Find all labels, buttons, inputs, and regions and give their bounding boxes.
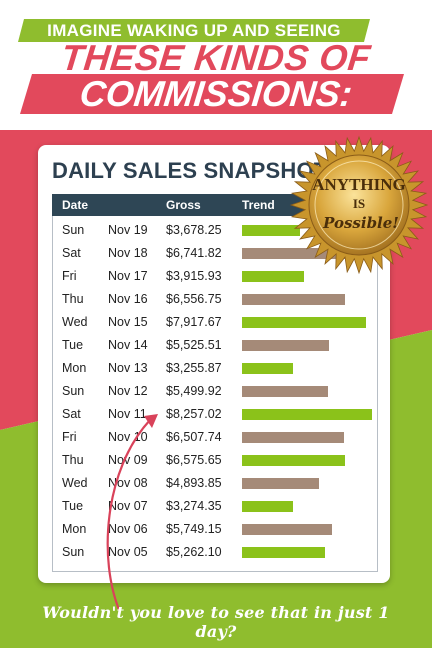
trend-bar — [242, 294, 346, 305]
tagline: Wouldn't you love to see that in just 1 … — [42, 603, 390, 641]
column-header-date: Date — [62, 198, 89, 212]
row-date: Nov 15 — [108, 315, 148, 329]
trend-bar — [242, 524, 333, 535]
row-gross: $3,255.87 — [166, 361, 222, 375]
row-gross: $6,507.74 — [166, 430, 222, 444]
seal-line2: IS — [353, 196, 365, 211]
trend-bar — [242, 432, 345, 443]
row-gross: $5,262.10 — [166, 545, 222, 559]
row-gross: $5,499.92 — [166, 384, 222, 398]
trend-bar — [242, 317, 367, 328]
row-date: Nov 09 — [108, 453, 148, 467]
row-gross: $5,749.15 — [166, 522, 222, 536]
row-day: Fri — [62, 430, 77, 444]
row-gross: $7,917.67 — [166, 315, 222, 329]
row-day: Sun — [62, 384, 85, 398]
column-header-trend: Trend — [242, 198, 275, 212]
row-date: Nov 11 — [108, 407, 147, 421]
row-date: Nov 06 — [108, 522, 148, 536]
trend-bar — [242, 501, 294, 512]
trend-bar — [242, 340, 329, 351]
row-date: Nov 05 — [108, 545, 148, 559]
row-day: Sat — [62, 246, 81, 260]
row-date: Nov 10 — [108, 430, 148, 444]
row-gross: $3,274.35 — [166, 499, 222, 513]
column-header-gross: Gross — [166, 198, 201, 212]
trend-bar — [242, 547, 325, 558]
row-date: Nov 14 — [108, 338, 148, 352]
row-gross: $8,257.02 — [166, 407, 222, 421]
row-day: Mon — [62, 522, 87, 536]
row-day: Tue — [62, 338, 84, 352]
row-gross: $6,575.65 — [166, 453, 222, 467]
row-day: Tue — [62, 499, 84, 513]
row-day: Thu — [62, 292, 84, 306]
row-gross: $3,915.93 — [166, 269, 222, 283]
seal-line1: ANYTHING — [312, 175, 406, 194]
seal-line3: Possible! — [322, 214, 399, 232]
row-date: Nov 18 — [108, 246, 148, 260]
row-gross: $3,678.25 — [166, 223, 222, 237]
trend-bar — [242, 478, 319, 489]
row-day: Wed — [62, 476, 88, 490]
row-date: Nov 08 — [108, 476, 148, 490]
row-gross: $6,741.82 — [166, 246, 222, 260]
anything-is-possible-seal: ANYTHING IS Possible! — [289, 135, 429, 275]
row-date: Nov 17 — [108, 269, 148, 283]
row-day: Mon — [62, 361, 87, 375]
header-line3: COMMISSIONS: — [77, 73, 355, 114]
row-gross: $4,893.85 — [166, 476, 222, 490]
row-date: Nov 19 — [108, 223, 148, 237]
trend-bar — [242, 363, 294, 374]
trend-bar — [242, 455, 346, 466]
row-gross: $5,525.51 — [166, 338, 222, 352]
row-day: Sat — [62, 407, 81, 421]
row-day: Thu — [62, 453, 84, 467]
trend-bar — [242, 409, 372, 420]
row-day: Sun — [62, 545, 85, 559]
row-gross: $6,556.75 — [166, 292, 222, 306]
row-date: Nov 12 — [108, 384, 148, 398]
row-date: Nov 13 — [108, 361, 148, 375]
row-date: Nov 16 — [108, 292, 148, 306]
card-title: DAILY SALES SNAPSHOT — [52, 158, 328, 183]
trend-bar — [242, 386, 329, 397]
row-day: Wed — [62, 315, 88, 329]
header-line2: THESE KINDS OF — [59, 37, 373, 78]
row-day: Fri — [62, 269, 77, 283]
row-date: Nov 07 — [108, 499, 148, 513]
row-day: Sun — [62, 223, 85, 237]
